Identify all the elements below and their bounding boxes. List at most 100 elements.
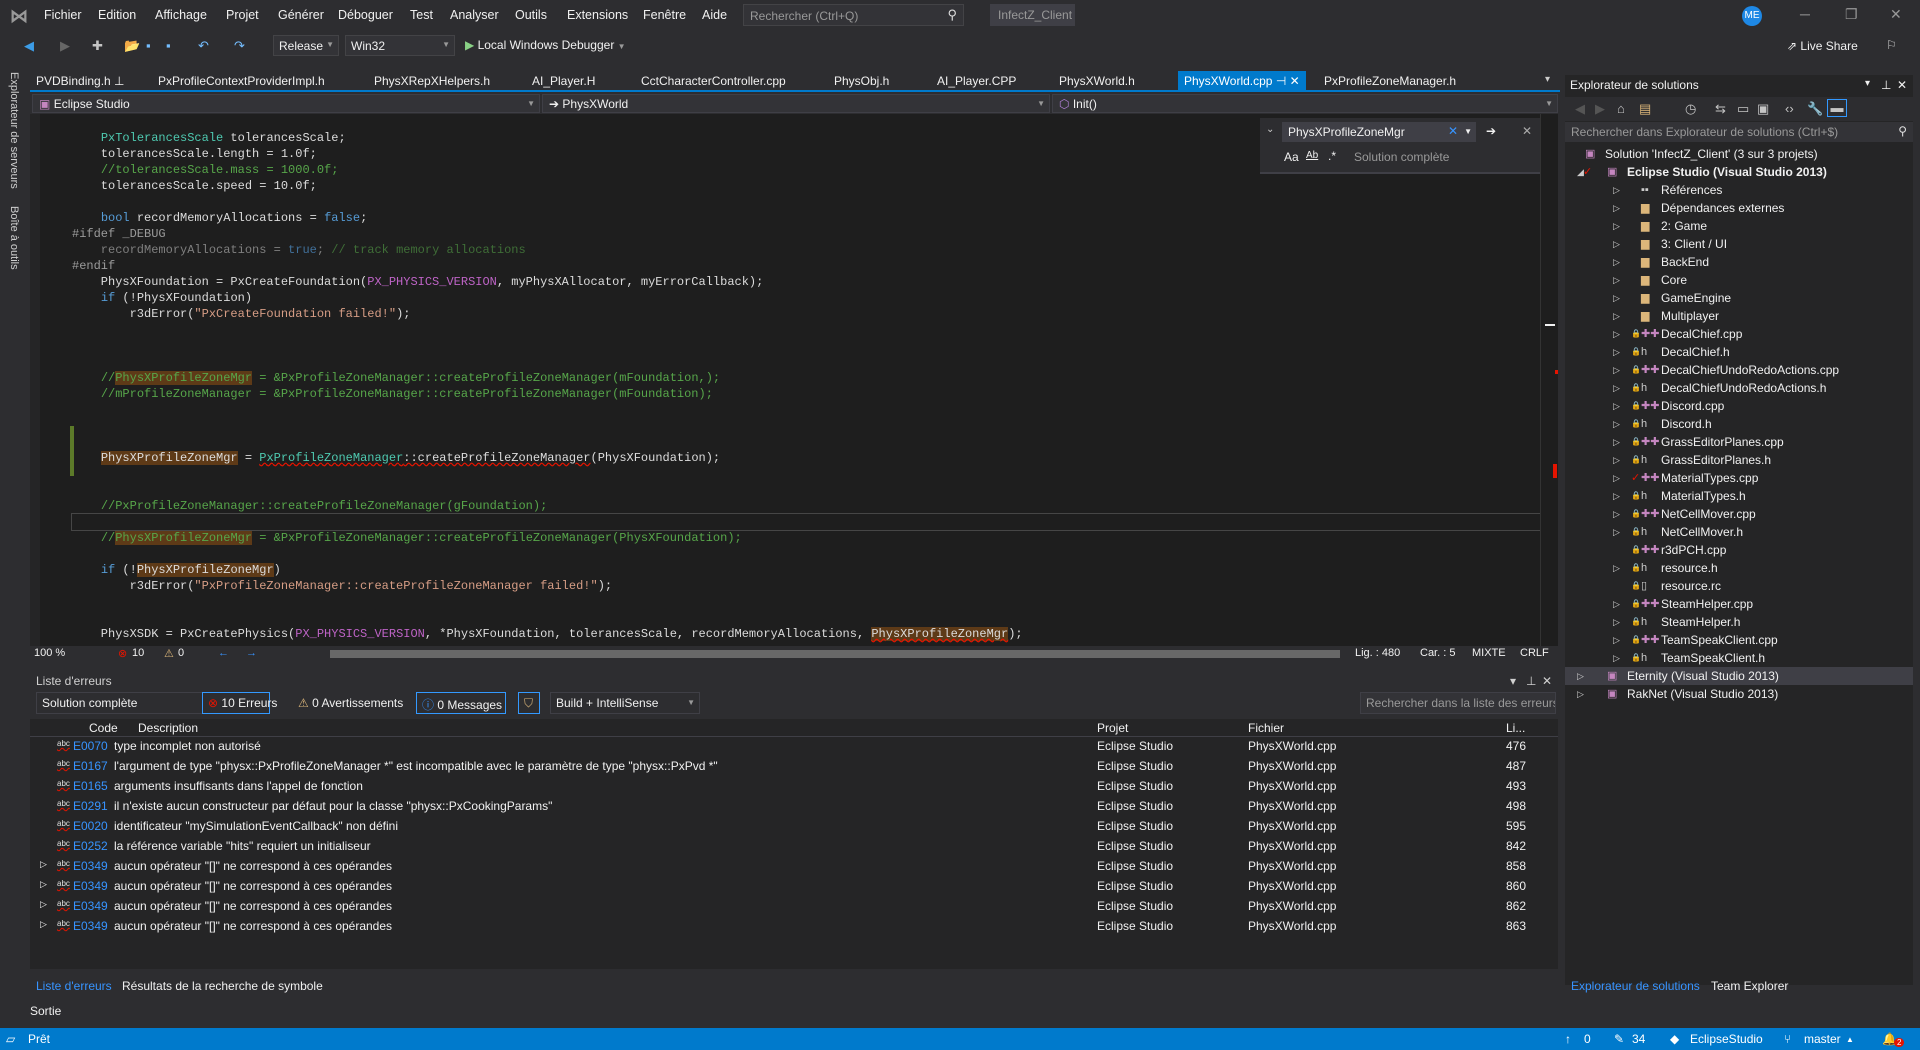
tree-item[interactable]: ▷ ▆ GameEngine (1565, 289, 1913, 307)
editor-vertical-scrollbar[interactable] (1540, 114, 1558, 646)
match-case-toggle[interactable]: Aa (1284, 150, 1299, 164)
tree-item[interactable]: ▷ 🔒 ✚✚ DecalChiefUndoRedoActions.cpp (1565, 361, 1913, 379)
error-row[interactable]: abc E0020 identificateur "mySimulationEven… (30, 817, 1558, 837)
tree-item[interactable]: ▷ 🔒 h resource.h (1565, 559, 1913, 577)
tree-item[interactable]: ▷ ▆ BackEnd (1565, 253, 1913, 271)
feedback-icon[interactable]: ⚐ (1886, 38, 1897, 52)
save-icon[interactable]: ▪ (146, 38, 151, 53)
column-header-description[interactable]: Description (138, 721, 198, 735)
project-dropdown[interactable]: ▣ Eclipse Studio ▼ (32, 94, 540, 113)
tab-cctcharactercontroller-cpp[interactable]: CctCharacterController.cpp (635, 71, 792, 91)
code-editor[interactable]: PxTolerancesScale tolerancesScale; toler… (30, 114, 1540, 646)
tab-output[interactable]: Sortie (30, 1004, 61, 1018)
switch-views-icon[interactable]: ▤ (1639, 101, 1651, 117)
error-code[interactable]: E0165 (73, 779, 108, 793)
error-row[interactable]: abc E0167 l'argument de type "physx::PxPro… (30, 757, 1558, 777)
menu-item-affichage[interactable]: Affichage (155, 8, 207, 22)
collapsed-arrow-icon[interactable]: ▷ (1613, 595, 1620, 613)
solution-search-input[interactable]: Rechercher dans Explorateur de solutions… (1565, 122, 1913, 142)
save-all-icon[interactable]: ▪ (166, 38, 171, 53)
tree-item[interactable]: ▷ 🔒 h GrassEditorPlanes.h (1565, 451, 1913, 469)
collapsed-arrow-icon[interactable]: ▷ (1613, 217, 1620, 235)
tree-item[interactable]: ▷ 🔒 ✚✚ DecalChief.cpp (1565, 325, 1913, 343)
back-icon[interactable]: ◀ (1575, 101, 1585, 117)
tree-item[interactable]: ▷ 🔒 ✚✚ SteamHelper.cpp (1565, 595, 1913, 613)
open-file-icon[interactable]: 📂 (124, 38, 140, 54)
expand-arrow-icon[interactable]: ▷ (40, 859, 47, 870)
code-content[interactable]: PxTolerancesScale tolerancesScale; toler… (71, 130, 1540, 642)
close-find-icon[interactable]: ✕ (1522, 124, 1532, 138)
tree-item[interactable]: ▷ 🔒 h DecalChiefUndoRedoActions.h (1565, 379, 1913, 397)
collapsed-arrow-icon[interactable]: ▷ (1613, 325, 1620, 343)
collapsed-arrow-icon[interactable]: ▷ (1613, 235, 1620, 253)
column-header-project[interactable]: Projet (1097, 721, 1128, 735)
collapsed-arrow-icon[interactable]: ▷ (1613, 469, 1620, 487)
tab-symbol-results[interactable]: Résultats de la recherche de symbole (116, 976, 329, 996)
build-source-dropdown[interactable]: Build + IntelliSense ▼ (550, 692, 700, 714)
menu-item-fenêtre[interactable]: Fenêtre (643, 8, 686, 22)
view-code-icon[interactable]: ‹› (1785, 101, 1794, 116)
menu-item-projet[interactable]: Projet (226, 8, 259, 22)
expand-arrow-icon[interactable]: ▷ (40, 919, 47, 930)
preview-icon[interactable]: ▬ (1827, 99, 1847, 117)
expand-arrow-icon[interactable]: ▷ (40, 899, 47, 910)
branch-name[interactable]: master (1804, 1032, 1841, 1046)
messages-filter-button[interactable]: ⓘ 0 Messages (416, 692, 506, 714)
filter-toggle-icon[interactable]: ⛉ (518, 692, 540, 714)
collapsed-arrow-icon[interactable]: ▷ (1613, 613, 1620, 631)
restore-icon[interactable]: ❐ (1845, 6, 1858, 23)
minimize-icon[interactable]: ─ (1800, 6, 1810, 22)
sync-icon[interactable]: ⇆ (1715, 101, 1726, 117)
tree-item[interactable]: ▷ ▆ Dépendances externes (1565, 199, 1913, 217)
properties-icon[interactable]: 🔧 (1807, 101, 1823, 117)
previous-issue-icon[interactable]: ← (218, 647, 229, 659)
menu-item-aide[interactable]: Aide (702, 8, 727, 22)
collapsed-arrow-icon[interactable]: ▷ (1613, 505, 1620, 523)
server-explorer-tab[interactable]: Explorateur de serveurs (8, 72, 20, 189)
collapsed-arrow-icon[interactable]: ▷ (1613, 199, 1620, 217)
tab-team-explorer[interactable]: Team Explorer (1705, 976, 1794, 996)
scope-dropdown[interactable]: ➔ PhysXWorld ▼ (542, 94, 1050, 113)
collapsed-arrow-icon[interactable]: ▷ (1613, 361, 1620, 379)
tree-item[interactable]: ▷ ▣ Eternity (Visual Studio 2013) (1565, 667, 1913, 685)
menu-item-déboguer[interactable]: Déboguer (338, 8, 393, 22)
tree-item[interactable]: ◢ ✓ ▣ Eclipse Studio (Visual Studio 2013) (1565, 163, 1913, 181)
collapsed-arrow-icon[interactable]: ▷ (1613, 343, 1620, 361)
redo-icon[interactable]: ↷ (234, 38, 245, 54)
error-count[interactable]: 10 (132, 647, 144, 659)
menu-item-test[interactable]: Test (410, 8, 433, 22)
live-share-button[interactable]: ⇗ Live Share (1787, 39, 1858, 53)
tree-item[interactable]: ▷ ▆ 3: Client / UI (1565, 235, 1913, 253)
platform-dropdown[interactable]: Win32 ▼ (345, 35, 455, 56)
error-code[interactable]: E0349 (73, 859, 108, 873)
column-header-file[interactable]: Fichier (1248, 721, 1284, 735)
tree-item[interactable]: ▷ ▪▪ Références (1565, 181, 1913, 199)
error-code[interactable]: E0349 (73, 899, 108, 913)
collapsed-arrow-icon[interactable]: ▷ (1613, 433, 1620, 451)
tree-item[interactable]: ▷ 🔒 h NetCellMover.h (1565, 523, 1913, 541)
error-search-input[interactable]: Rechercher dans la liste des erreurs (1360, 692, 1556, 714)
menu-item-edition[interactable]: Edition (98, 8, 136, 22)
next-issue-icon[interactable]: → (246, 647, 257, 659)
pending-changes-icon[interactable]: ◷ (1685, 101, 1696, 117)
tree-item[interactable]: ▷ 🔒 h TeamSpeakClient.h (1565, 649, 1913, 667)
pin-icon[interactable]: ⊥ (111, 74, 124, 88)
tab-pxprofilecontextproviderimpl-h[interactable]: PxProfileContextProviderImpl.h (152, 71, 331, 91)
error-code[interactable]: E0291 (73, 799, 108, 813)
whole-word-toggle[interactable]: Ab (1306, 150, 1318, 161)
quick-search-input[interactable]: Rechercher (Ctrl+Q) ⚲ (743, 4, 964, 26)
menu-item-fichier[interactable]: Fichier (44, 8, 82, 22)
tree-item[interactable]: ▷ ▆ 2: Game (1565, 217, 1913, 235)
error-row[interactable]: abc E0252 la référence variable "hits" req… (30, 837, 1558, 857)
collapsed-arrow-icon[interactable]: ▷ (1613, 559, 1620, 577)
collapsed-arrow-icon[interactable]: ▷ (1577, 667, 1584, 685)
error-row[interactable]: ▷ abc E0349 aucun opérateur "[]" ne corresp… (30, 877, 1558, 897)
collapsed-arrow-icon[interactable]: ▷ (1613, 181, 1620, 199)
error-row[interactable]: abc E0070 type incomplet non autorisé Eclip… (30, 737, 1558, 757)
member-dropdown[interactable]: ⬡ Init() ▼ (1052, 94, 1558, 113)
home-icon[interactable]: ⌂ (1617, 101, 1625, 116)
error-code[interactable]: E0252 (73, 839, 108, 853)
error-code[interactable]: E0070 (73, 739, 108, 753)
tab-ai-player-cpp[interactable]: AI_Player.CPP (931, 71, 1022, 91)
regex-toggle-icon[interactable]: .* (1328, 149, 1336, 163)
